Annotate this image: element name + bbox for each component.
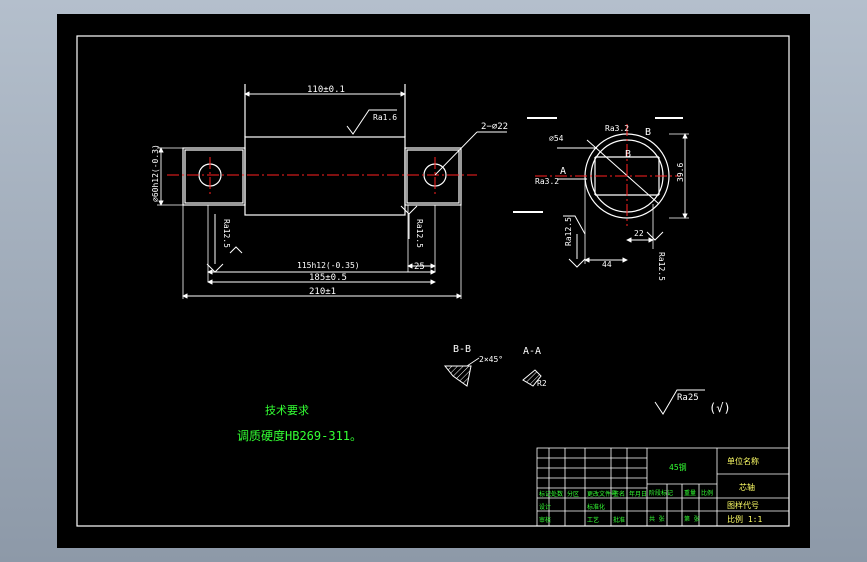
tb-cell-14: 共 张 (649, 515, 665, 523)
section-aa: A-A R2 (522, 346, 547, 388)
side-rough-top: Ra3.2 (605, 124, 629, 133)
tb-cell-4: 签名 (613, 490, 625, 498)
front-roughness (206, 109, 418, 273)
dim-110: 110±0.1 (307, 85, 345, 95)
tech-req-title: 技术要求 (265, 404, 309, 417)
sheet-border (76, 35, 790, 527)
tb-cell-6: 设计 (539, 503, 551, 511)
roughness-suffix: (√) (709, 401, 731, 415)
drawing-canvas: 110±0.1 115h12(-0.35) 185±0.5 25 210±1 2… (76, 35, 790, 527)
section-aa-title: A-A (523, 346, 541, 357)
side-rough-right: Ra12.5 (657, 252, 666, 281)
side-dim-22: 22 (634, 229, 644, 238)
left-boss (182, 147, 246, 206)
side-dia-54: ⌀54 (549, 134, 564, 143)
tb-cell-5: 年月日 (629, 490, 647, 498)
dim-185: 185±0.5 (309, 273, 347, 283)
tb-cell-10: 比例 (701, 489, 713, 497)
tb-cell-8: 阶段标记 (649, 489, 673, 497)
rough-front-top: Ra1.6 (373, 113, 397, 122)
tb-scale: 比例 1:1 (727, 514, 762, 524)
side-label-b-top: B (645, 127, 651, 138)
dim-210: 210±1 (309, 287, 336, 297)
tb-cell-15: 第 张 (684, 515, 700, 523)
hole-leader-text: 2−⌀22 (481, 122, 508, 132)
side-rough-vert: Ra12.5 (564, 217, 573, 246)
tech-req-line1: 调质硬度HB269-311。 (237, 428, 362, 443)
roughness-value: Ra25 (677, 393, 699, 403)
dim-dia-60: ⌀60h12(-0.3) (151, 144, 160, 202)
section-bb-title: B-B (453, 344, 471, 355)
section-bb-chamfer: 2×45° (479, 355, 503, 364)
section-aa-radius: R2 (537, 379, 547, 388)
side-label-a: A (560, 166, 566, 177)
tb-drawing-no: 图样代号 (727, 500, 759, 510)
tb-part-name: 芯轴 (739, 482, 755, 492)
tb-cell-0: 标记 (539, 490, 551, 498)
tb-company: 单位名称 (727, 456, 759, 466)
tb-material: 45钢 (669, 462, 687, 472)
side-rough-left: Ra3.2 (535, 177, 559, 186)
front-centerlines (167, 157, 477, 194)
tb-cell-9: 重量 (684, 489, 696, 497)
dim-25: 25 (414, 262, 425, 272)
tb-cell-13: 批准 (613, 516, 625, 524)
shaft-body (244, 136, 406, 216)
tb-cell-1: 处数 (551, 490, 563, 498)
dim-115: 115h12(-0.35) (297, 261, 360, 270)
cad-viewport[interactable]: 110±0.1 115h12(-0.35) 185±0.5 25 210±1 2… (57, 14, 810, 548)
section-bb: B-B 2×45° (443, 344, 503, 387)
tb-cell-12: 工艺 (587, 516, 599, 524)
title-block-text: 45钢 单位名称 芯轴 图样代号 比例 1:1 标记 处数 分区 更改文件号 签… (539, 456, 762, 524)
side-label-b-inner: B (625, 149, 631, 160)
rough-front-left: Ra12.5 (222, 219, 231, 248)
side-view (584, 133, 689, 264)
tb-cell-11: 审核 (539, 516, 551, 524)
side-dim-height: 39.6 (676, 163, 685, 182)
side-roughness (563, 215, 664, 268)
side-dim-44: 44 (602, 260, 612, 269)
rough-front-right: Ra12.5 (415, 219, 424, 248)
tb-cell-2: 分区 (567, 490, 579, 498)
tb-cell-7: 标准化 (587, 503, 605, 511)
